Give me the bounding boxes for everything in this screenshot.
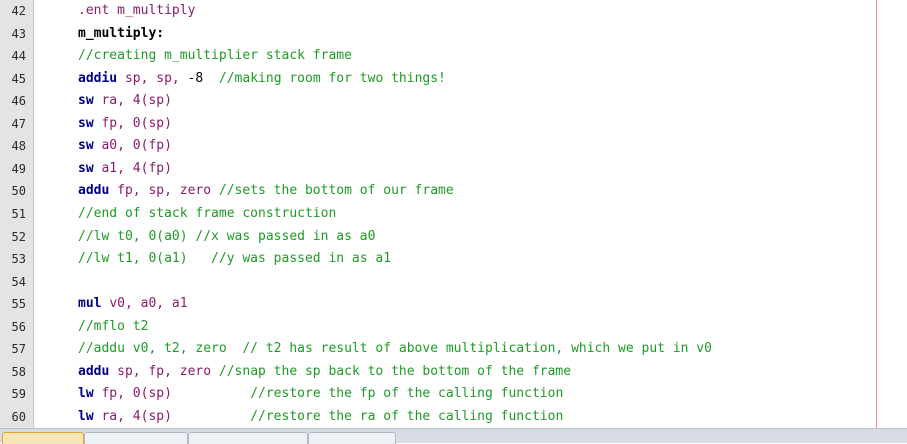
- code-token: //making room for two things!: [218, 70, 446, 86]
- code-token: -8: [187, 70, 219, 86]
- code-line[interactable]: 59 lw fp, 0(sp) //restore the fp of the c…: [0, 383, 907, 406]
- editor-tab[interactable]: [308, 432, 396, 444]
- code-token: m_multiply:: [78, 25, 165, 41]
- code-line[interactable]: 55 mul v0, a0, a1: [0, 293, 907, 316]
- code-token: sp, fp, zero: [117, 363, 219, 379]
- code-token: fp, 0(sp): [101, 386, 251, 402]
- line-number: 54: [11, 274, 26, 289]
- code-text: addu sp, fp, zero //snap the sp back to …: [78, 361, 571, 384]
- code-text: //lw t1, 0(a1) //y was passed in as a1: [78, 248, 391, 271]
- code-line[interactable]: 60 lw ra, 4(sp) //restore the ra of the c…: [0, 406, 907, 429]
- code-text: lw ra, 4(sp) //restore the ra of the cal…: [78, 406, 563, 429]
- code-text: //addu v0, t2, zero // t2 has result of …: [78, 338, 712, 361]
- code-editor[interactable]: 42 .ent m_multiply 43 m_multiply: 44 //creati…: [0, 0, 907, 428]
- code-text: //lw t0, 0(a0) //x was passed in as a0: [78, 226, 375, 249]
- code-text: sw a1, 4(fp): [78, 158, 172, 181]
- code-text: //end of stack frame construction: [78, 203, 336, 226]
- code-token: v0, a0, a1: [109, 296, 188, 312]
- code-line[interactable]: 47 sw fp, 0(sp): [0, 113, 907, 136]
- code-line[interactable]: 43 m_multiply:: [0, 23, 907, 46]
- code-text: sw a0, 0(fp): [78, 135, 172, 158]
- code-line[interactable]: 51 //end of stack frame construction: [0, 203, 907, 226]
- code-text: addu fp, sp, zero //sets the bottom of o…: [78, 180, 454, 203]
- code-line[interactable]: 56 //mflo t2: [0, 316, 907, 339]
- code-text: sw ra, 4(sp): [78, 90, 172, 113]
- line-number: 42: [11, 4, 26, 18]
- code-token: sw: [78, 115, 102, 131]
- code-text: mul v0, a0, a1: [78, 293, 188, 316]
- line-number: 59: [11, 387, 26, 402]
- code-line[interactable]: 52 //lw t0, 0(a0) //x was passed in as a0: [0, 226, 907, 249]
- code-token: addiu: [78, 70, 125, 86]
- code-token: ra, 4(sp): [101, 408, 251, 424]
- code-token: a0, 0(fp): [101, 138, 172, 154]
- code-text: //creating m_multiplier stack frame: [78, 45, 352, 68]
- line-number: 55: [11, 297, 26, 312]
- code-line[interactable]: 57 //addu v0, t2, zero // t2 has result o…: [0, 338, 907, 361]
- code-token: //lw t0, 0(a0) //x was passed in as a0: [78, 228, 376, 244]
- line-number: 45: [11, 71, 26, 86]
- code-line[interactable]: 50 addu fp, sp, zero //sets the bottom of…: [0, 180, 907, 203]
- line-number: 60: [11, 409, 26, 424]
- code-token: .ent: [78, 3, 118, 18]
- code-text: m_multiply:: [78, 23, 164, 46]
- line-number: 52: [11, 229, 26, 244]
- code-token: //sets the bottom of our frame: [218, 183, 454, 199]
- code-token: a1, 4(fp): [101, 160, 172, 176]
- code-line[interactable]: 58 addu sp, fp, zero //snap the sp back t…: [0, 361, 907, 384]
- code-token: fp, 0(sp): [101, 115, 172, 131]
- code-token: //creating m_multiplier stack frame: [78, 48, 352, 64]
- line-number: 46: [11, 94, 26, 109]
- code-token: sw: [78, 160, 102, 176]
- editor-tab-bar: [0, 428, 907, 444]
- code-line[interactable]: 42 .ent m_multiply: [0, 0, 907, 23]
- code-line[interactable]: 48 sw a0, 0(fp): [0, 135, 907, 158]
- line-number: 47: [11, 116, 26, 131]
- code-token: lw: [78, 386, 102, 402]
- code-token: ra, 4(sp): [101, 93, 172, 109]
- code-token: m_multiply: [117, 3, 196, 18]
- code-token: //restore the fp of the calling function: [250, 386, 564, 402]
- code-token: //end of stack frame construction: [78, 205, 337, 221]
- code-token: //restore the ra of the calling function: [250, 408, 564, 424]
- line-number: 56: [11, 319, 26, 334]
- line-number: 58: [11, 364, 26, 379]
- code-token: //lw t1, 0(a1) //y was passed in as a1: [78, 251, 392, 267]
- line-number: 50: [11, 184, 26, 199]
- code-text: //mflo t2: [78, 316, 148, 339]
- code-line[interactable]: 46 sw ra, 4(sp): [0, 90, 907, 113]
- editor-tab[interactable]: [188, 432, 308, 444]
- code-token: //addu v0, t2, zero // t2 has result of …: [78, 341, 712, 357]
- code-line[interactable]: 54: [0, 271, 907, 294]
- code-line[interactable]: 53 //lw t1, 0(a1) //y was passed in as a1: [0, 248, 907, 271]
- line-number: 48: [11, 139, 26, 154]
- code-token: mul: [78, 296, 110, 312]
- code-line[interactable]: 44 //creating m_multiplier stack frame: [0, 45, 907, 68]
- line-number: 57: [11, 342, 26, 357]
- code-line[interactable]: 49 sw a1, 4(fp): [0, 158, 907, 181]
- code-line[interactable]: 45 addiu sp, sp, -8 //making room for two…: [0, 68, 907, 91]
- code-token: addu: [78, 183, 118, 199]
- code-token: addu: [78, 363, 118, 379]
- code-token: sp, sp,: [124, 70, 188, 86]
- editor-tab[interactable]: [84, 432, 188, 444]
- line-number: 53: [11, 252, 26, 267]
- editor-tab-active[interactable]: [2, 432, 84, 444]
- code-token: //mflo t2: [78, 318, 149, 334]
- code-text: sw fp, 0(sp): [78, 113, 172, 136]
- code-token: sw: [78, 93, 102, 109]
- line-number: 43: [11, 26, 26, 41]
- line-number: 51: [11, 206, 26, 221]
- code-token: lw: [78, 408, 102, 424]
- code-token: //snap the sp back to the bottom of the …: [218, 363, 572, 379]
- code-text: addiu sp, sp, -8 //making room for two t…: [78, 68, 446, 91]
- code-token: fp, sp, zero: [117, 183, 219, 199]
- code-text: .ent m_multiply: [78, 0, 195, 23]
- code-text: lw fp, 0(sp) //restore the fp of the cal…: [78, 383, 563, 406]
- code-token: sw: [78, 138, 102, 154]
- line-number: 44: [11, 49, 26, 64]
- line-number: 49: [11, 161, 26, 176]
